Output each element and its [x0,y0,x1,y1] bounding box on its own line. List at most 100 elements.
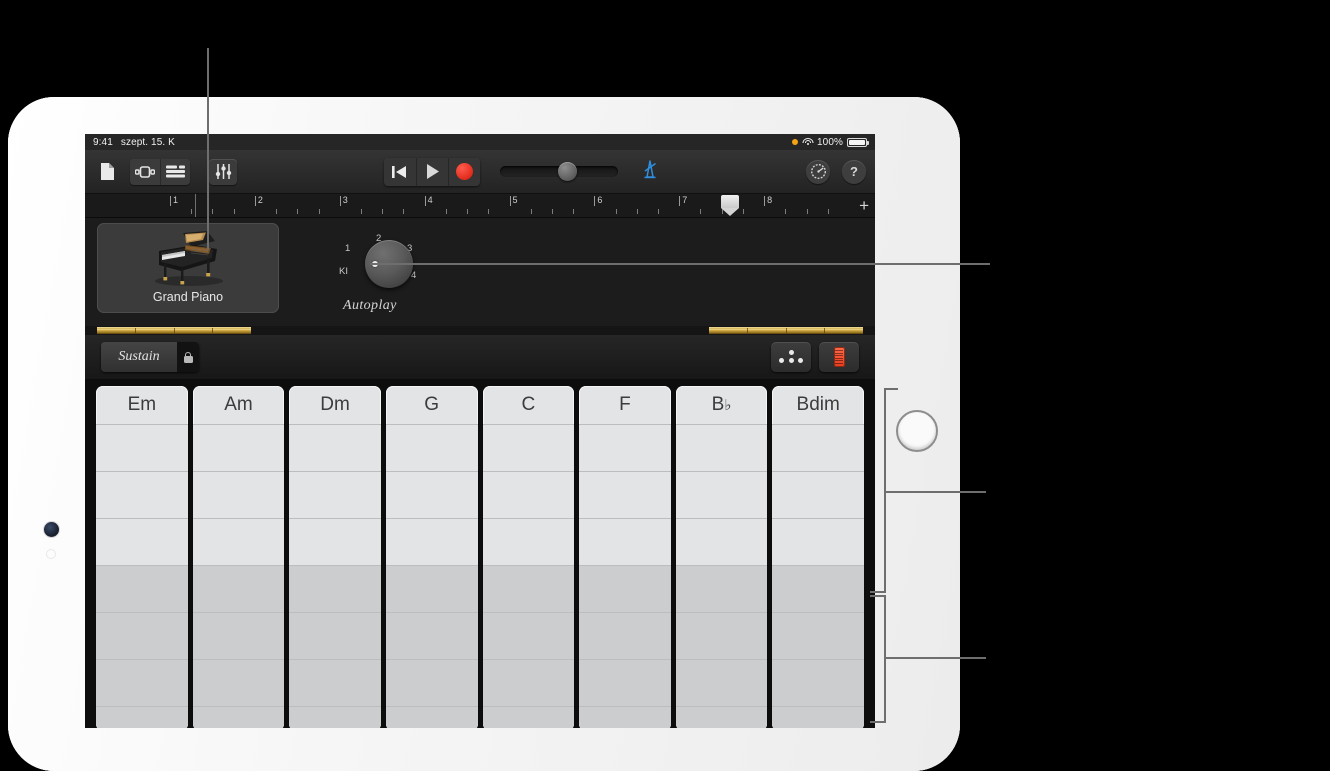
chord-strip-bdim[interactable]: Bdim [772,386,864,728]
master-volume-slider[interactable] [499,162,618,181]
my-songs-icon[interactable] [94,159,120,185]
chord-cell[interactable] [385,707,478,728]
sustain-button[interactable]: Sustain [101,342,177,372]
chord-cell[interactable] [772,566,864,612]
chord-cell[interactable] [192,566,285,612]
chord-cell[interactable] [385,519,478,565]
main-toolbar: ? [85,150,875,194]
chord-cell[interactable] [289,707,381,728]
chord-cell[interactable] [96,660,188,706]
chord-cell[interactable] [579,613,671,659]
home-button[interactable] [44,522,59,537]
chord-cell[interactable] [772,707,864,728]
chord-cell[interactable] [289,472,381,518]
chord-cell[interactable] [675,425,768,471]
chord-strip-g[interactable]: G [385,386,478,728]
chord-cell[interactable] [289,519,381,565]
instrument-view-icon[interactable] [130,158,160,185]
chord-cell[interactable] [96,707,188,728]
record-button[interactable] [447,157,480,186]
chord-cell[interactable] [289,566,381,612]
chord-cell[interactable] [482,613,575,659]
chord-cell[interactable] [192,660,285,706]
chord-cell[interactable] [579,425,671,471]
chord-strip-em[interactable]: Em [96,386,188,728]
chord-strip-label: Bdim [796,394,840,415]
chord-cell[interactable] [482,660,575,706]
chord-cell[interactable] [772,613,864,659]
rewind-button[interactable] [383,157,416,186]
settings-button[interactable] [806,159,830,184]
chord-cell[interactable] [579,519,671,565]
chord-strips-area: Em Am Dm G C F B ♭ Bdim [85,379,875,728]
chord-cell[interactable] [482,519,575,565]
chord-cell[interactable] [96,472,188,518]
instrument-card-grand-piano[interactable]: Grand Piano [97,223,279,313]
chord-cell[interactable] [192,519,285,565]
chord-cell[interactable] [192,425,285,471]
chord-cell[interactable] [772,472,864,518]
chord-cell[interactable] [385,472,478,518]
chord-strip-c[interactable]: C [482,386,575,728]
chord-cell[interactable] [482,707,575,728]
status-bar: 9:41 szept. 15. K 100% [85,134,875,150]
callout-line-instrument [207,48,209,250]
chord-strip-am[interactable]: Am [192,386,285,728]
metronome-button[interactable] [640,159,660,184]
chord-cell[interactable] [772,425,864,471]
chord-cell[interactable] [579,472,671,518]
chord-cell[interactable] [96,519,188,565]
help-label: ? [850,164,858,179]
chord-cell[interactable] [675,660,768,706]
chord-cell[interactable] [772,660,864,706]
ruler-subtick [827,209,829,214]
chord-cell[interactable] [482,425,575,471]
playhead-marker[interactable] [721,195,740,216]
chord-cell[interactable] [675,613,768,659]
chord-strip-label: G [424,394,440,415]
chord-cell[interactable] [482,472,575,518]
chord-strip-label: Em [127,394,157,415]
mixer-icon[interactable] [209,158,237,185]
chord-cell[interactable] [96,613,188,659]
chord-cell[interactable] [675,707,768,728]
chord-cell[interactable] [385,613,478,659]
chord-cell[interactable] [772,519,864,565]
chord-cell[interactable] [96,566,188,612]
autoplay-control: KI 1 2 3 4 Autoplay [325,226,475,326]
chord-cell[interactable] [385,425,478,471]
chord-strip-f[interactable]: F [579,386,671,728]
chord-cell[interactable] [385,566,478,612]
chord-cell[interactable] [289,613,381,659]
notes-view-button[interactable] [819,342,859,372]
chord-cell[interactable] [675,472,768,518]
timeline-ruler[interactable]: 12345678 + [85,194,875,218]
callout-line-lower-region [884,657,986,659]
view-toggle-group [130,158,190,185]
chord-cell[interactable] [579,707,671,728]
chord-cell[interactable] [385,660,478,706]
chords-view-button[interactable] [771,342,811,372]
chord-cell[interactable] [579,566,671,612]
chord-strip-b[interactable]: B ♭ [675,386,768,728]
sustain-lock-button[interactable] [177,342,199,372]
chord-cell[interactable] [579,660,671,706]
callout-bracket-upper-top-tick [884,388,898,390]
chord-cell[interactable] [675,519,768,565]
battery-percent: 100% [817,136,843,148]
chord-cell[interactable] [96,425,188,471]
play-button[interactable] [415,157,448,186]
tracks-view-icon[interactable] [160,158,190,185]
add-section-button[interactable]: + [859,197,869,214]
chord-strip-dm[interactable]: Dm [289,386,381,728]
chord-cell[interactable] [482,566,575,612]
volume-slider-knob[interactable] [557,162,577,181]
chord-cell[interactable] [192,472,285,518]
chord-cell[interactable] [192,707,285,728]
callout-line-upper-region [884,491,986,493]
chord-cell[interactable] [192,613,285,659]
help-button[interactable]: ? [842,159,866,184]
chord-cell[interactable] [289,425,381,471]
chord-cell[interactable] [289,660,381,706]
chord-cell[interactable] [675,566,768,612]
